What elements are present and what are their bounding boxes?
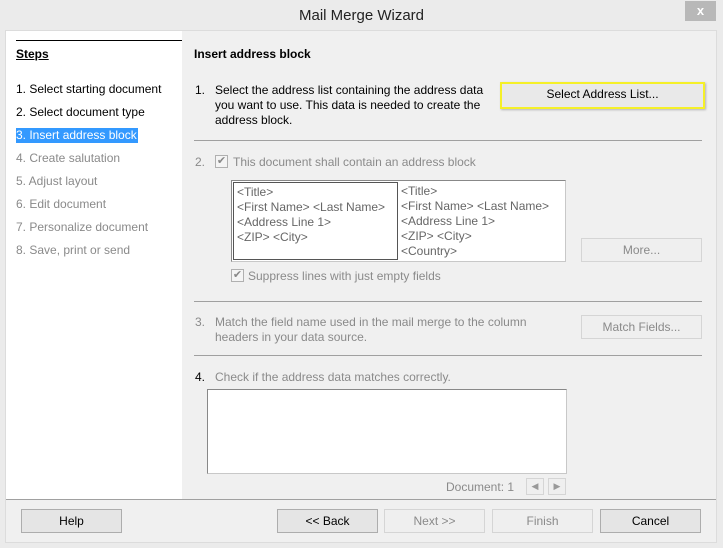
divider (194, 355, 702, 356)
address-block-option-1[interactable]: <Title> <First Name> <Last Name> <Addres… (233, 182, 398, 260)
step-item-4: 4. Create salutation (16, 151, 121, 165)
help-button[interactable]: Help (21, 509, 122, 533)
next-label: Next >> (413, 514, 456, 528)
step1-number: 1. (195, 83, 206, 97)
finish-label: Finish (526, 514, 559, 528)
address-block-checkbox[interactable]: ✔ (215, 155, 228, 168)
step-item-3[interactable]: 3. Insert address block (16, 128, 138, 143)
footer-divider (6, 499, 716, 500)
previous-document-button[interactable]: ◀ (526, 478, 544, 495)
finish-button[interactable]: Finish (492, 509, 593, 533)
address-line: <Address Line 1> (401, 214, 496, 228)
step2-number: 2. (195, 155, 206, 169)
back-label: << Back (305, 514, 350, 528)
select-address-list-label: Select Address List... (546, 87, 659, 101)
triangle-right-icon: ▶ (553, 481, 561, 491)
back-button[interactable]: << Back (277, 509, 378, 533)
document-counter: Document: 1 (446, 480, 515, 494)
address-line: <Title> (401, 184, 438, 198)
step-item-8: 8. Save, print or send (16, 243, 131, 257)
next-button[interactable]: Next >> (384, 509, 485, 533)
step-item-6: 6. Edit document (16, 197, 107, 211)
step-item-7: 7. Personalize document (16, 220, 149, 234)
divider (194, 301, 702, 302)
next-document-button[interactable]: ▶ (548, 478, 566, 495)
more-button-label: More... (622, 243, 661, 257)
steps-title: Steps (16, 47, 49, 61)
step4-number: 4. (195, 370, 206, 384)
address-line: <ZIP> <City> (237, 230, 308, 244)
step3-text: Match the field name used in the mail me… (215, 315, 527, 344)
address-line: <Title> (237, 185, 274, 199)
title-bar: Mail Merge Wizard (0, 0, 723, 30)
suppress-empty-checkbox[interactable]: ✔ (231, 269, 244, 282)
address-block-option-2[interactable]: <Title> <First Name> <Last Name> <Addres… (398, 182, 563, 260)
address-line: <First Name> <Last Name> (237, 200, 386, 214)
more-button[interactable]: More... (581, 238, 702, 262)
step3-number: 3. (195, 315, 206, 329)
address-line: <First Name> <Last Name> (401, 199, 550, 213)
close-button[interactable]: x (685, 1, 716, 21)
suppress-empty-label: Suppress lines with just empty fields (248, 269, 441, 283)
sidebar-divider (16, 40, 182, 41)
cancel-button[interactable]: Cancel (600, 509, 701, 533)
address-line: <Address Line 1> (237, 215, 332, 229)
divider (194, 140, 702, 141)
checkmark-icon: ✔ (232, 269, 243, 281)
address-line: <ZIP> <City> (401, 229, 472, 243)
step-item-1[interactable]: 1. Select starting document (16, 82, 162, 97)
address-line: <Country> (401, 244, 458, 258)
step1-text: Select the address list containing the a… (215, 83, 484, 127)
step-item-5: 5. Adjust layout (16, 174, 98, 188)
close-icon: x (696, 3, 705, 18)
select-address-list-button[interactable]: Select Address List... (500, 82, 705, 109)
window-title: Mail Merge Wizard (298, 7, 425, 24)
cancel-label: Cancel (631, 514, 670, 528)
address-block-checkbox-label: This document shall contain an address b… (233, 155, 476, 169)
steps-sidebar (6, 31, 182, 499)
triangle-left-icon: ◀ (531, 481, 539, 491)
match-fields-button[interactable]: Match Fields... (581, 315, 702, 339)
address-preview-box (207, 389, 567, 474)
help-label: Help (59, 514, 84, 528)
step-item-2[interactable]: 2. Select document type (16, 105, 146, 120)
section-title: Insert address block (194, 47, 311, 61)
step4-text: Check if the address data matches correc… (215, 370, 451, 384)
match-fields-label: Match Fields... (602, 320, 681, 334)
checkmark-icon: ✔ (216, 155, 227, 167)
